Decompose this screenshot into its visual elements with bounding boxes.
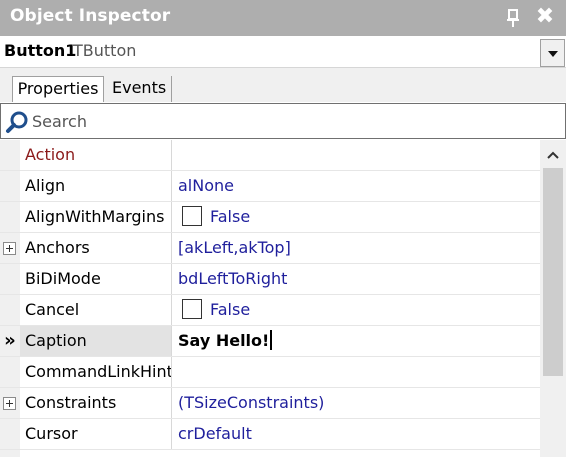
- row-marker: »: [0, 326, 20, 356]
- expand-plus-icon[interactable]: [3, 397, 16, 410]
- expand-plus-icon[interactable]: [3, 242, 16, 255]
- property-name: Action: [20, 140, 172, 170]
- object-name: Button1: [4, 41, 77, 60]
- property-value[interactable]: bdLeftToRight: [173, 264, 540, 294]
- current-row-arrow-icon: »: [4, 330, 16, 351]
- row-marker: [0, 295, 20, 325]
- checkbox-label: False: [210, 207, 251, 226]
- property-name: Constraints: [20, 388, 172, 418]
- tab-strip: Properties Events: [0, 68, 566, 102]
- property-value-editor[interactable]: Say Hello!: [173, 326, 540, 356]
- scrollbar-thumb[interactable]: [543, 168, 563, 376]
- property-value[interactable]: (TSizeConstraints): [173, 388, 540, 418]
- row-marker: [0, 171, 20, 201]
- close-icon[interactable]: ✖: [533, 4, 557, 30]
- text-caret: [270, 330, 273, 350]
- row-marker: [0, 264, 20, 294]
- property-row-action[interactable]: Action: [0, 140, 540, 171]
- row-marker: [0, 202, 20, 232]
- row-marker: [0, 357, 20, 387]
- property-row-caption[interactable]: » Caption Say Hello!: [0, 326, 540, 357]
- vertical-scrollbar[interactable]: [540, 140, 566, 457]
- property-row-bidimode[interactable]: BiDiMode bdLeftToRight: [0, 264, 540, 295]
- property-row-cursor[interactable]: Cursor crDefault: [0, 419, 540, 450]
- caption-edit-text[interactable]: Say Hello!: [178, 331, 269, 350]
- pin-icon[interactable]: [506, 8, 520, 28]
- property-value[interactable]: False: [173, 295, 540, 325]
- property-row-constraints[interactable]: Constraints (TSizeConstraints): [0, 388, 540, 419]
- property-name: Anchors: [20, 233, 172, 263]
- search-box[interactable]: [0, 103, 566, 139]
- property-name: BiDiMode: [20, 264, 172, 294]
- object-selector-dropdown-button[interactable]: [540, 39, 565, 67]
- property-value[interactable]: alNone: [173, 171, 540, 201]
- property-grid: Action Align alNone AlignWithMargins Fal…: [0, 140, 540, 457]
- row-marker: [0, 419, 20, 449]
- row-marker: [0, 233, 20, 263]
- property-row-cancel[interactable]: Cancel False: [0, 295, 540, 326]
- row-marker: [0, 140, 20, 170]
- row-marker: [0, 388, 20, 418]
- property-value[interactable]: [173, 357, 540, 387]
- property-row-align[interactable]: Align alNone: [0, 171, 540, 202]
- property-value[interactable]: [173, 140, 540, 170]
- chevron-up-icon[interactable]: [540, 146, 566, 164]
- property-row-commandlinkhint[interactable]: CommandLinkHint: [0, 357, 540, 388]
- property-name: Cancel: [20, 295, 172, 325]
- chevron-down-icon: [548, 51, 558, 57]
- tab-properties[interactable]: Properties: [12, 76, 104, 102]
- property-value[interactable]: crDefault: [173, 419, 540, 449]
- property-row-alignwithmargins[interactable]: AlignWithMargins False: [0, 202, 540, 233]
- checkbox[interactable]: [182, 206, 202, 226]
- checkbox[interactable]: [182, 299, 202, 319]
- property-name: CommandLinkHint: [20, 357, 172, 387]
- property-row-anchors[interactable]: Anchors [akLeft,akTop]: [0, 233, 540, 264]
- search-input[interactable]: [32, 110, 552, 132]
- tab-events[interactable]: Events: [108, 76, 172, 102]
- checkbox-label: False: [210, 300, 251, 319]
- property-name: Caption: [20, 326, 172, 356]
- property-value[interactable]: False: [173, 202, 540, 232]
- property-value[interactable]: [akLeft,akTop]: [173, 233, 540, 263]
- title-bar: Object Inspector ✖: [0, 0, 566, 36]
- property-name: Cursor: [20, 419, 172, 449]
- object-selector[interactable]: Button1 TButton: [0, 36, 566, 68]
- window-title: Object Inspector: [10, 6, 171, 26]
- property-name: AlignWithMargins: [20, 202, 172, 232]
- search-icon: [5, 110, 29, 134]
- property-name: Align: [20, 171, 172, 201]
- object-type: TButton: [73, 41, 137, 60]
